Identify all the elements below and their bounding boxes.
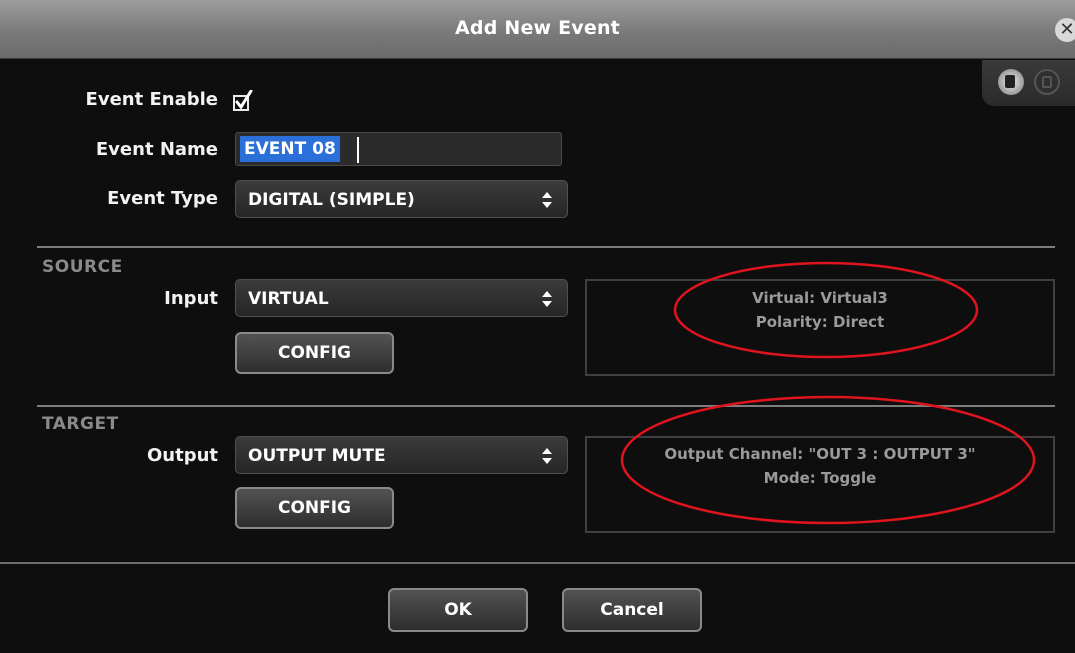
copy-icon[interactable] bbox=[998, 69, 1024, 95]
input-select[interactable]: VIRTUAL bbox=[235, 279, 568, 317]
target-info-box: Output Channel: "OUT 3 : OUTPUT 3" Mode:… bbox=[585, 436, 1055, 533]
select-arrows-icon bbox=[542, 192, 552, 208]
source-info-polarity: Polarity: Direct bbox=[755, 313, 885, 331]
target-info-channel: Output Channel: "OUT 3 : OUTPUT 3" bbox=[664, 445, 976, 463]
select-arrows-icon bbox=[542, 291, 552, 307]
target-info-mode: Mode: Toggle bbox=[763, 469, 877, 487]
text-caret bbox=[357, 137, 359, 163]
output-value: OUTPUT MUTE bbox=[248, 446, 386, 466]
divider-source bbox=[37, 246, 1055, 248]
source-info-virtual: Virtual: Virtual3 bbox=[752, 289, 888, 307]
select-arrows-icon bbox=[542, 448, 552, 464]
source-info-box: Virtual: Virtual3 Polarity: Direct bbox=[585, 279, 1055, 376]
input-label: Input bbox=[164, 288, 218, 309]
event-enable-checkbox[interactable] bbox=[232, 89, 254, 112]
event-name-input[interactable]: EVENT 08 bbox=[235, 132, 562, 166]
event-type-select[interactable]: DIGITAL (SIMPLE) bbox=[235, 180, 568, 218]
paste-icon[interactable] bbox=[1034, 69, 1060, 95]
event-name-value: EVENT 08 bbox=[240, 136, 340, 162]
input-value: VIRTUAL bbox=[248, 289, 329, 309]
divider-target bbox=[37, 405, 1055, 407]
output-label: Output bbox=[146, 445, 218, 466]
event-enable-label: Event Enable bbox=[85, 89, 218, 110]
target-config-button[interactable]: CONFIG bbox=[235, 487, 394, 529]
title-bar[interactable]: Add New Event bbox=[0, 0, 1075, 59]
ok-button[interactable]: OK bbox=[388, 588, 528, 632]
add-new-event-dialog: Add New Event ✕ Event Enable Event Name … bbox=[0, 0, 1075, 653]
target-section-title: TARGET bbox=[42, 414, 119, 434]
dialog-title: Add New Event bbox=[455, 17, 620, 39]
divider-footer bbox=[0, 562, 1075, 564]
checkmark-icon bbox=[233, 89, 253, 111]
source-config-button[interactable]: CONFIG bbox=[235, 332, 394, 374]
source-section-title: SOURCE bbox=[42, 257, 123, 277]
event-type-value: DIGITAL (SIMPLE) bbox=[248, 190, 415, 210]
cancel-button[interactable]: Cancel bbox=[562, 588, 702, 632]
corner-toolbar bbox=[982, 60, 1075, 106]
event-type-label: Event Type bbox=[107, 188, 218, 209]
output-select[interactable]: OUTPUT MUTE bbox=[235, 436, 568, 474]
close-icon[interactable]: ✕ bbox=[1055, 18, 1075, 42]
event-name-label: Event Name bbox=[95, 139, 218, 160]
